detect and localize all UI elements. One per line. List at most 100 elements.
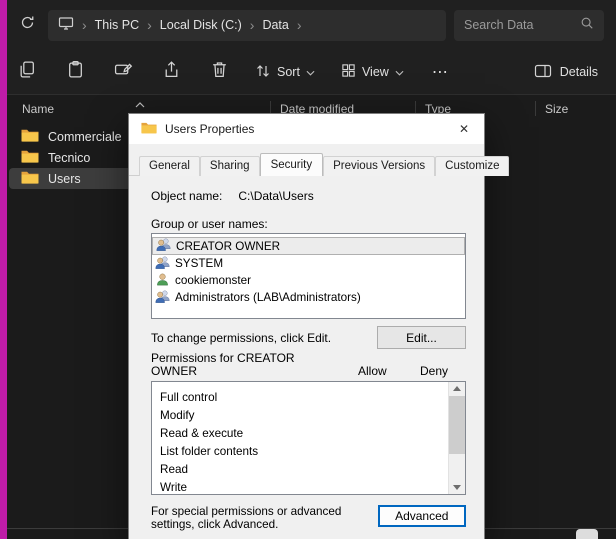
sort-icon <box>255 63 271 82</box>
share-icon <box>162 60 181 84</box>
permission-name: Full control <box>160 391 217 404</box>
folder-icon <box>21 170 39 187</box>
permissions-for-label: Permissions for CREATOR OWNER <box>151 352 321 378</box>
view-dropdown[interactable]: View <box>341 63 404 81</box>
permission-name: List folder contents <box>160 445 258 458</box>
permission-name: Write <box>160 481 187 494</box>
user-row-administrators[interactable]: Administrators (LAB\Administrators) <box>152 289 465 306</box>
deny-column-label: Deny <box>420 364 448 378</box>
scroll-down-icon[interactable] <box>453 485 461 490</box>
dialog-title: Users Properties <box>165 122 254 136</box>
user-name: cookiemonster <box>175 274 251 287</box>
trash-icon <box>210 60 229 84</box>
explorer-topbar: › This PC › Local Disk (C:) › Data › Sea… <box>7 0 616 50</box>
column-header-name[interactable]: Name <box>22 102 54 116</box>
breadcrumb-this-pc[interactable]: This PC <box>95 18 139 32</box>
column-header-size[interactable]: Size <box>545 102 568 116</box>
object-name-label: Object name: <box>151 189 222 203</box>
screen: › This PC › Local Disk (C:) › Data › Sea… <box>0 0 616 539</box>
permissions-scrollbar[interactable] <box>448 382 465 494</box>
breadcrumb-separator: › <box>147 18 152 32</box>
object-name-value: C:\Data\Users <box>238 189 313 203</box>
view-label: View <box>362 65 389 79</box>
user-row-cookiemonster[interactable]: cookiemonster <box>152 272 465 289</box>
details-button[interactable]: Details <box>534 64 598 81</box>
breadcrumb-separator: › <box>297 18 302 32</box>
details-label: Details <box>560 65 598 79</box>
group-icon <box>156 237 171 255</box>
permission-name: Modify <box>160 409 194 422</box>
permission-row-read: Read <box>152 460 465 478</box>
background-window-corner <box>576 529 598 539</box>
properties-dialog: Users Properties ✕ General Sharing Secur… <box>128 113 485 539</box>
change-permissions-text: To change permissions, click Edit. <box>151 331 331 345</box>
delete-button[interactable] <box>207 60 231 84</box>
special-permissions-text: For special permissions or advanced sett… <box>151 505 378 531</box>
permissions-header: Permissions for CREATOR OWNER Allow Deny <box>151 352 466 378</box>
permission-row-list-folder-contents: List folder contents <box>152 442 465 460</box>
permissions-listbox[interactable]: Full control Modify Read & execute List … <box>151 381 466 495</box>
breadcrumb-separator: › <box>250 18 255 32</box>
paste-icon <box>66 60 85 84</box>
tab-sharing[interactable]: Sharing <box>200 156 260 176</box>
permission-name: Read & execute <box>160 427 243 440</box>
rename-button[interactable] <box>111 60 135 84</box>
view-icon <box>341 63 356 81</box>
file-name: Commerciale <box>48 130 122 144</box>
search-input[interactable]: Search Data <box>454 10 604 41</box>
details-pane-icon <box>534 64 552 81</box>
tab-customize[interactable]: Customize <box>435 156 509 176</box>
file-name: Users <box>48 172 81 186</box>
edit-row: To change permissions, click Edit. Edit.… <box>151 326 466 349</box>
tab-previous-versions[interactable]: Previous Versions <box>323 156 435 176</box>
refresh-button[interactable] <box>14 12 40 38</box>
group-or-user-label: Group or user names: <box>151 217 466 231</box>
dialog-tabs: General Sharing Security Previous Versio… <box>129 144 484 175</box>
object-name-row: Object name: C:\Data\Users <box>151 189 466 203</box>
sort-dropdown[interactable]: Sort <box>255 63 315 82</box>
tab-security[interactable]: Security <box>260 153 324 176</box>
edit-button[interactable]: Edit... <box>377 326 466 349</box>
user-row-system[interactable]: SYSTEM <box>152 255 465 272</box>
file-name: Tecnico <box>48 151 90 165</box>
group-icon <box>155 255 170 273</box>
folder-icon <box>21 128 39 145</box>
dialog-titlebar[interactable]: Users Properties ✕ <box>129 114 484 144</box>
more-options-button[interactable]: ⋯ <box>432 62 449 82</box>
breadcrumb-data[interactable]: Data <box>262 18 288 32</box>
permission-row-modify: Modify <box>152 406 465 424</box>
close-icon: ✕ <box>459 122 469 136</box>
permission-row-write: Write <box>152 478 465 495</box>
breadcrumb-local-disk-c[interactable]: Local Disk (C:) <box>160 18 242 32</box>
copy-icon <box>18 60 37 84</box>
window-accent-strip <box>0 0 7 539</box>
scrollbar-thumb[interactable] <box>449 396 465 454</box>
scroll-up-icon[interactable] <box>453 386 461 391</box>
allow-column-label: Allow <box>358 364 387 378</box>
column-divider[interactable] <box>535 101 536 116</box>
search-placeholder: Search Data <box>464 18 533 32</box>
security-tab-content: Object name: C:\Data\Users Group or user… <box>129 175 484 539</box>
copy-button[interactable] <box>15 60 39 84</box>
folder-icon <box>141 121 157 137</box>
sort-ascending-icon <box>135 97 145 111</box>
chevron-down-icon <box>395 65 404 79</box>
address-bar[interactable]: › This PC › Local Disk (C:) › Data › <box>48 10 446 41</box>
explorer-toolbar: Sort View ⋯ <box>7 50 616 95</box>
share-button[interactable] <box>159 60 183 84</box>
rename-icon <box>114 60 133 84</box>
permission-row-read-execute: Read & execute <box>152 424 465 442</box>
close-button[interactable]: ✕ <box>452 118 476 140</box>
group-icon <box>155 289 170 307</box>
paste-button[interactable] <box>63 60 87 84</box>
user-row-creator-owner[interactable]: CREATOR OWNER <box>152 237 465 255</box>
advanced-button[interactable]: Advanced <box>378 505 466 527</box>
group-user-listbox[interactable]: CREATOR OWNER SYSTEM <box>151 233 466 319</box>
user-icon <box>155 272 170 290</box>
special-permissions-row: For special permissions or advanced sett… <box>151 505 466 531</box>
tab-general[interactable]: General <box>139 156 200 176</box>
user-name: CREATOR OWNER <box>176 240 280 253</box>
this-pc-icon <box>58 15 74 36</box>
user-name: Administrators (LAB\Administrators) <box>175 291 361 304</box>
folder-icon <box>21 149 39 166</box>
